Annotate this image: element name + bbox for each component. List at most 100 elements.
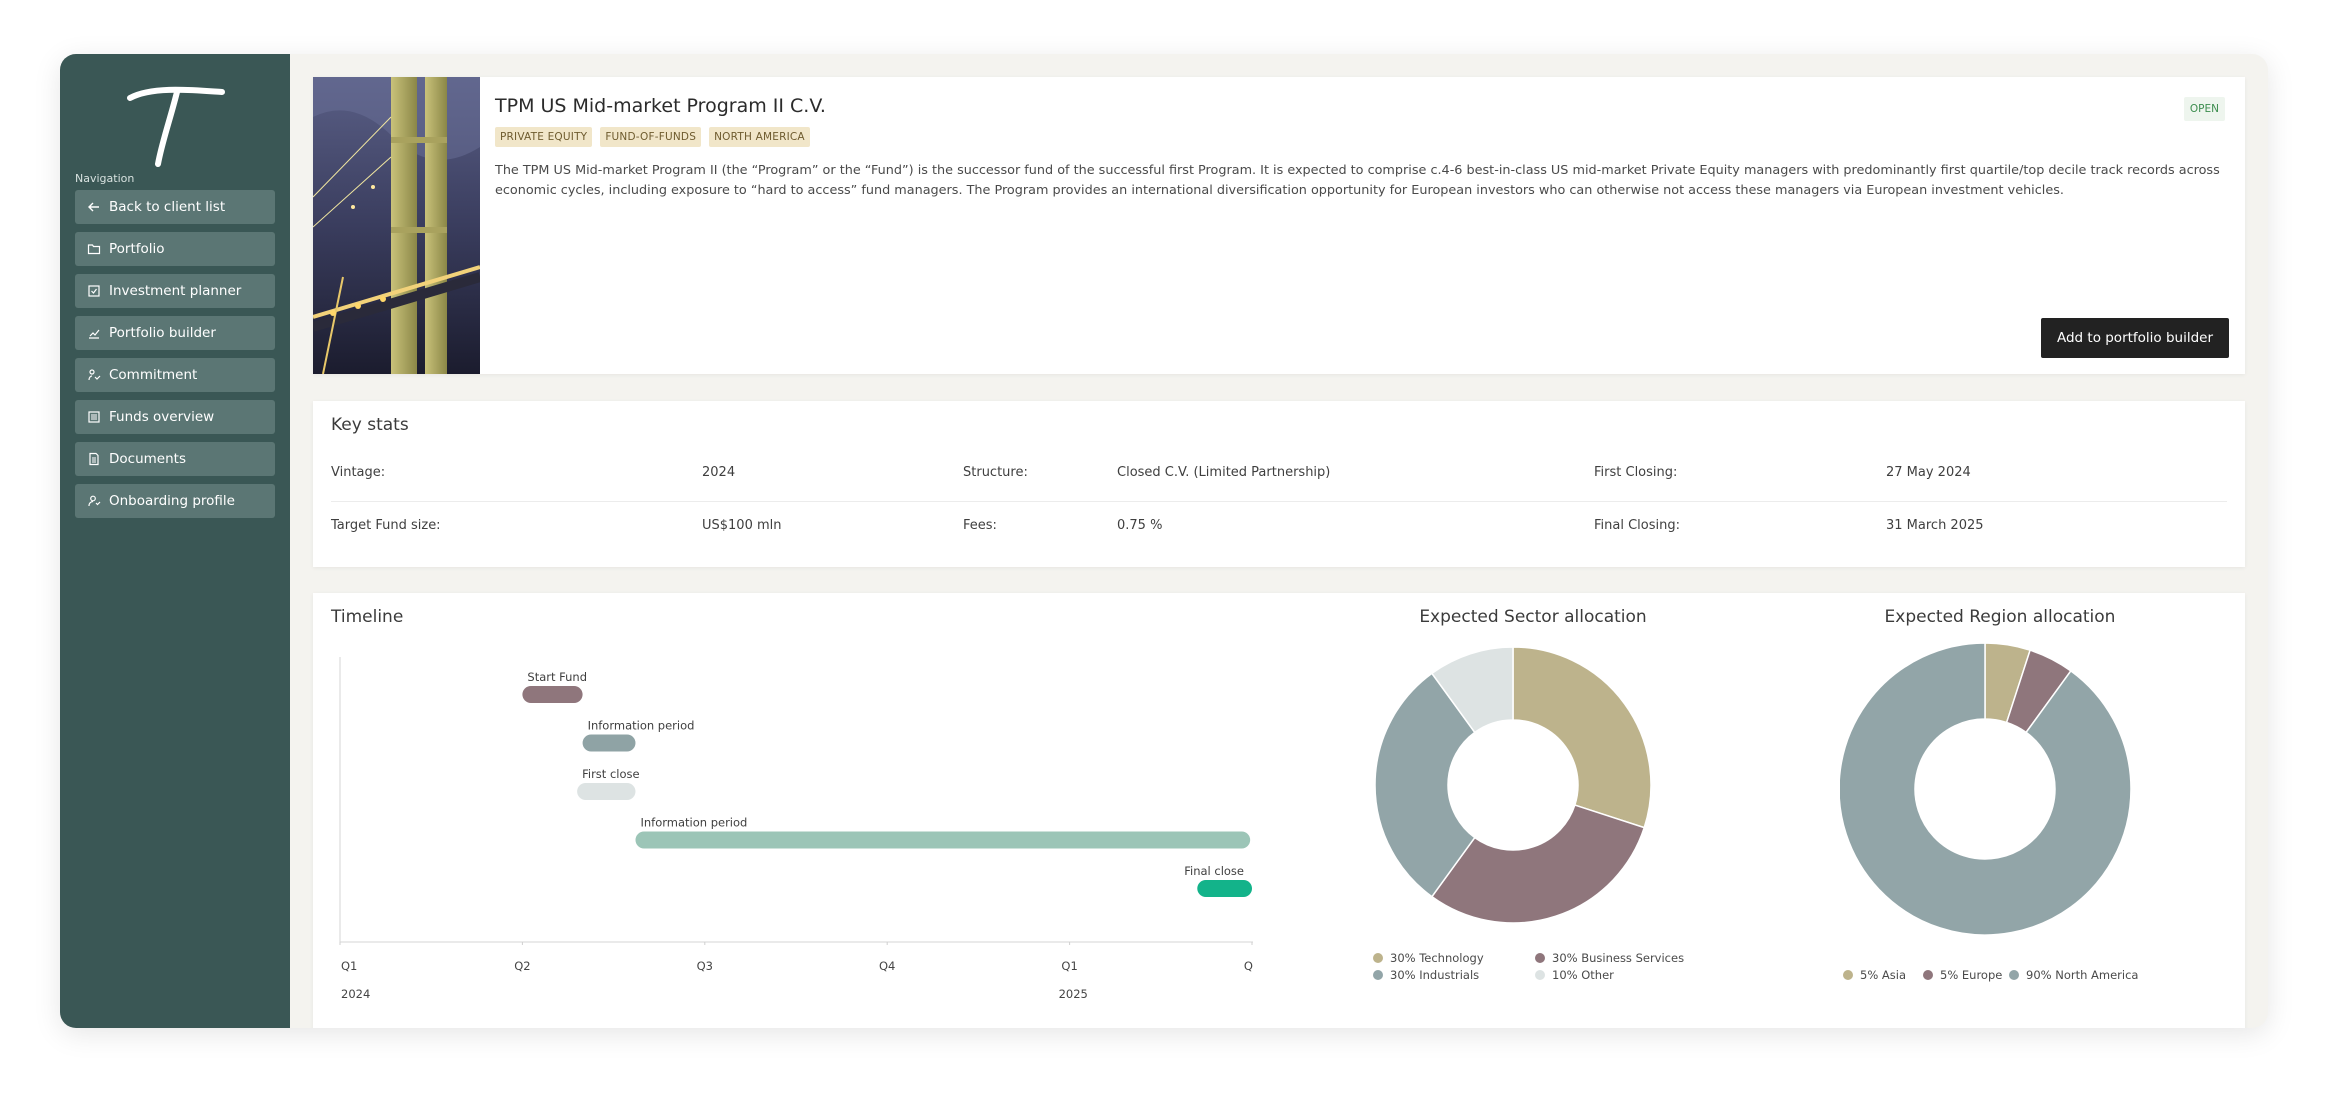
- stat-label: Vintage:: [331, 465, 386, 480]
- stat-value: US$100 mln: [702, 518, 782, 533]
- stat-value: Closed C.V. (Limited Partnership): [1117, 465, 1331, 480]
- stat-value: 2024: [702, 465, 736, 480]
- legend-item: 30% Industrials: [1373, 968, 1479, 982]
- legend-label: 5% Europe: [1940, 968, 2003, 982]
- legend-label: 90% North America: [2026, 968, 2139, 982]
- timeline-task-bar: [635, 831, 1251, 849]
- stat-label: Fees:: [963, 518, 997, 533]
- arrow-left-icon: [88, 202, 99, 212]
- sidebar-item-onboarding-profile[interactable]: Onboarding profile: [75, 484, 275, 518]
- sidebar-item-investment-planner[interactable]: Investment planner: [75, 274, 275, 308]
- legend-label: 30% Technology: [1390, 951, 1484, 965]
- folder-icon: [87, 244, 101, 255]
- legend-swatch: [1535, 953, 1545, 963]
- legend-item: 30% Technology: [1373, 951, 1484, 965]
- sidebar-item-label: Commitment: [109, 367, 198, 383]
- timeline-task-label: Information period: [640, 816, 747, 830]
- tag-fund-of-funds: FUND-OF-FUNDS: [600, 127, 702, 147]
- timeline-task-label: Start Fund: [527, 670, 587, 684]
- logo: [127, 86, 225, 167]
- stats-row: Target Fund size: US$100 mln Fees: 0.75 …: [331, 500, 2227, 552]
- legend-item: 30% Business Services: [1535, 951, 1684, 965]
- sidebar-item-portfolio-builder[interactable]: Portfolio builder: [75, 316, 275, 350]
- sidebar-item-label: Portfolio: [109, 241, 165, 257]
- sidebar-item-label: Investment planner: [109, 283, 242, 299]
- legend-item: 5% Europe: [1923, 968, 2002, 982]
- timeline-task-bar: [577, 783, 636, 800]
- sector-chart-title: Expected Sector allocation: [1419, 607, 1647, 627]
- sidebar-item-label: Documents: [109, 451, 186, 467]
- tag-private-equity: PRIVATE EQUITY: [495, 127, 593, 147]
- timeline-tick-label: Q2: [514, 959, 530, 973]
- timeline-year-label: 2025: [1059, 987, 1088, 1001]
- checkbox-icon: [88, 285, 100, 297]
- legend-item: 90% North America: [2009, 968, 2138, 982]
- region-pie-chart: [1840, 643, 2132, 936]
- pie-slice: [1430, 804, 1646, 924]
- fund-title: TPM US Mid-market Program II C.V.: [495, 95, 826, 117]
- sidebar-item-label: Onboarding profile: [109, 493, 235, 509]
- legend-swatch: [1373, 953, 1383, 963]
- key-stats-card: Key stats Vintage: 2024 Structure: Close…: [313, 401, 2245, 567]
- sidebar-item-commitment[interactable]: Commitment: [75, 358, 275, 392]
- sector-legend: 30% Technology 30% Business Services 30% I…: [1373, 951, 1753, 991]
- stat-value: 31 March 2025: [1886, 518, 1984, 533]
- fund-card: TPM US Mid-market Program II C.V. PRIVAT…: [313, 77, 2245, 374]
- tag-north-america: NORTH AMERICA: [709, 127, 810, 147]
- fund-description: The TPM US Mid-market Program II (the “P…: [495, 163, 2220, 198]
- legend-swatch: [1923, 970, 1933, 980]
- stat-label: Target Fund size:: [331, 518, 441, 533]
- legend-swatch: [1373, 970, 1383, 980]
- document-icon: [89, 452, 99, 466]
- timeline-tick-label: Q2: [1244, 959, 1253, 973]
- timeline-task-label: Information period: [588, 719, 695, 733]
- timeline-tick-label: Q1: [1061, 959, 1077, 973]
- legend-swatch: [1843, 970, 1853, 980]
- fund-image: [313, 77, 480, 374]
- legend-label: 10% Other: [1552, 968, 1614, 982]
- timeline-chart: Q1 Q2 Q3 Q4 Q1 Q2 2024 2025 Start Fund Informatio…: [339, 657, 1253, 1001]
- user-icon: [88, 495, 101, 507]
- legend-swatch: [1535, 970, 1545, 980]
- sidebar-item-documents[interactable]: Documents: [75, 442, 275, 476]
- chart-icon: [89, 329, 100, 339]
- sidebar-item-back-to-client-list[interactable]: Back to client list: [75, 190, 275, 224]
- region-legend: 5% Asia 5% Europe 90% North America: [1843, 968, 2223, 988]
- sidebar-item-label: Portfolio builder: [109, 325, 216, 341]
- legend-label: 30% Industrials: [1390, 968, 1480, 982]
- legend-label: 30% Business Services: [1552, 951, 1685, 965]
- sidebar-item-portfolio[interactable]: Portfolio: [75, 232, 275, 266]
- sidebar-item-funds-overview[interactable]: Funds overview: [75, 400, 275, 434]
- list-icon: [88, 411, 100, 423]
- sidebar-item-label: Back to client list: [109, 199, 226, 215]
- add-to-portfolio-builder-button[interactable]: Add to portfolio builder: [2041, 318, 2229, 358]
- nav-list: Back to client list Portfolio Investment…: [75, 190, 275, 526]
- charts-card: Timeline Q1Q2Q3Q4Q1Q220242025Start FundI…: [313, 593, 2245, 1028]
- sidebar: Navigation Back to client list Portfolio…: [60, 54, 290, 1028]
- timeline-task-label: First close: [582, 767, 639, 781]
- app-window: Navigation Back to client list Portfolio…: [60, 54, 2268, 1028]
- status-badge: OPEN: [2183, 97, 2225, 121]
- timeline-task-bar: [582, 734, 636, 752]
- legend-item: 5% Asia: [1843, 968, 1906, 982]
- stat-value: 27 May 2024: [1886, 465, 1971, 480]
- commitment-icon: [88, 369, 101, 381]
- timeline-tick-label: Q3: [697, 959, 713, 973]
- key-stats-title: Key stats: [331, 415, 409, 435]
- sidebar-item-label: Funds overview: [109, 409, 215, 425]
- region-chart-title: Expected Region allocation: [1884, 607, 2116, 627]
- timeline-task-bar: [1197, 880, 1252, 897]
- fund-tags: PRIVATE EQUITY FUND-OF-FUNDS NORTH AMERI…: [495, 127, 810, 147]
- timeline-task-bar: [522, 686, 583, 703]
- legend-item: 10% Other: [1535, 968, 1614, 982]
- timeline-tick-label: Q4: [879, 959, 895, 973]
- timeline-year-label: 2024: [341, 987, 370, 1001]
- stat-label: Final Closing:: [1594, 518, 1680, 533]
- pie-slice: [1512, 646, 1652, 829]
- stat-label: First Closing:: [1594, 465, 1678, 480]
- stat-value: 0.75 %: [1117, 518, 1163, 533]
- stat-label: Structure:: [963, 465, 1028, 480]
- stats-row: Vintage: 2024 Structure: Closed C.V. (Li…: [331, 447, 2227, 499]
- legend-label: 5% Asia: [1860, 968, 1906, 982]
- sector-pie-chart: [1374, 646, 1652, 924]
